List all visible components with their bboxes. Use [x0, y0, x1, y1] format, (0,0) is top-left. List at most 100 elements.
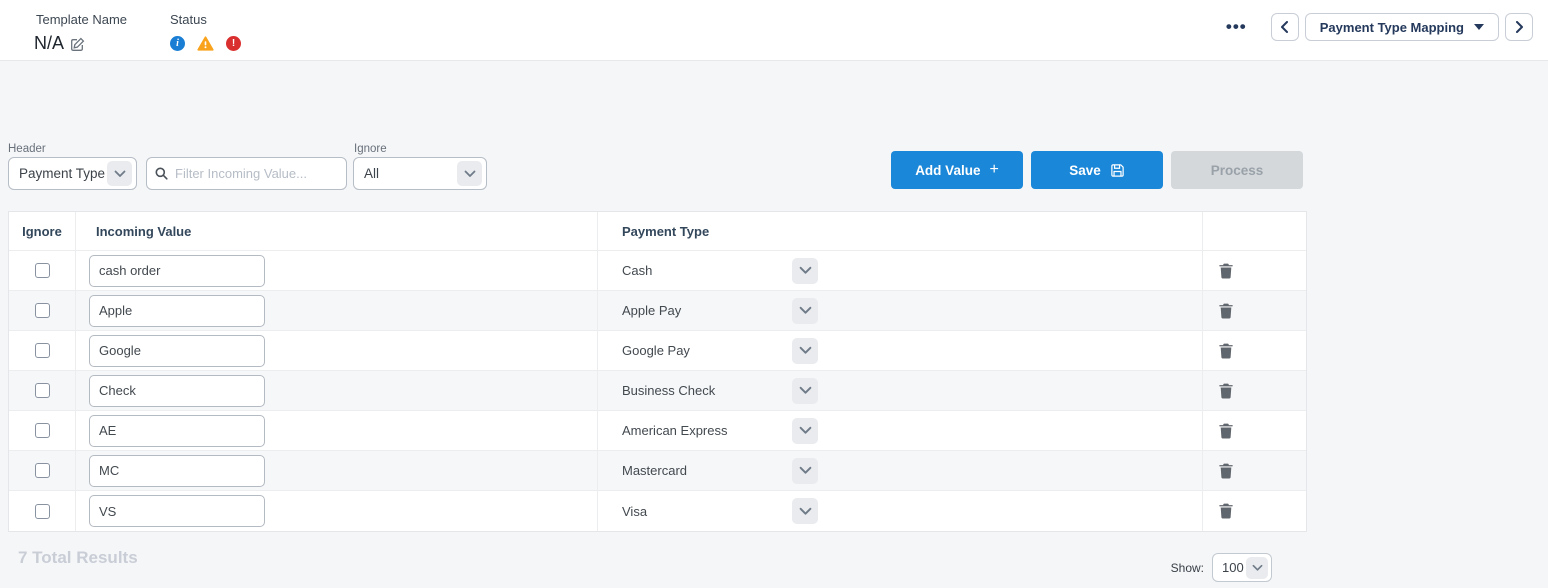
more-options-icon[interactable]: •••	[1226, 13, 1247, 41]
header-filter-label: Header	[8, 143, 46, 155]
chevron-down-icon	[1246, 557, 1268, 579]
ignore-checkbox[interactable]	[35, 383, 50, 398]
payment-type-select[interactable]	[792, 498, 818, 524]
ignore-checkbox[interactable]	[35, 423, 50, 438]
payment-type-select[interactable]	[792, 458, 818, 484]
topbar: Template Name N/A Status i !	[0, 0, 1548, 61]
delete-row-button[interactable]	[1217, 301, 1235, 321]
table-row: Google Pay	[9, 331, 1306, 371]
table-row: Mastercard	[9, 451, 1306, 491]
chevron-left-icon	[1280, 21, 1289, 33]
table-header-row: Ignore Incoming Value Payment Type	[9, 212, 1306, 251]
ignore-checkbox[interactable]	[35, 303, 50, 318]
incoming-value-search	[146, 157, 347, 190]
delete-row-button[interactable]	[1217, 341, 1235, 361]
chevron-down-icon	[799, 466, 812, 475]
chevron-down-icon	[107, 161, 132, 186]
warning-icon[interactable]	[197, 36, 214, 51]
info-icon[interactable]: i	[170, 36, 185, 51]
chevron-down-icon	[799, 386, 812, 395]
payment-type-select[interactable]	[792, 338, 818, 364]
table-row: Visa	[9, 491, 1306, 531]
trash-icon	[1219, 503, 1233, 519]
status-label: Status	[170, 12, 241, 27]
table-body: Cash Apple Pay	[9, 251, 1306, 531]
chevron-down-icon	[457, 161, 482, 186]
search-input[interactable]	[175, 166, 338, 181]
chevron-down-icon	[799, 306, 812, 315]
header-filter-value: Payment Type	[19, 166, 105, 181]
trash-icon	[1219, 423, 1233, 439]
payment-type-value: Mastercard	[622, 463, 687, 478]
save-label: Save	[1069, 163, 1101, 178]
process-label: Process	[1211, 163, 1264, 178]
add-value-button[interactable]: Add Value +	[891, 151, 1023, 189]
table-row: Business Check	[9, 371, 1306, 411]
header-filter-select[interactable]: Payment Type	[8, 157, 137, 190]
edit-icon[interactable]	[70, 37, 85, 52]
incoming-value-input[interactable]	[89, 255, 265, 287]
delete-row-button[interactable]	[1217, 261, 1235, 281]
incoming-value-input[interactable]	[89, 375, 265, 407]
template-name-group: Template Name N/A	[36, 12, 127, 54]
payment-type-select[interactable]	[792, 298, 818, 324]
caret-down-icon	[1474, 24, 1484, 30]
ignore-checkbox[interactable]	[35, 263, 50, 278]
payment-type-select[interactable]	[792, 418, 818, 444]
template-name-label: Template Name	[36, 12, 127, 27]
process-button[interactable]: Process	[1171, 151, 1303, 189]
ignore-checkbox[interactable]	[35, 343, 50, 358]
trash-icon	[1219, 383, 1233, 399]
chevron-down-icon	[799, 266, 812, 275]
trash-icon	[1219, 263, 1233, 279]
trash-icon	[1219, 343, 1233, 359]
column-header-incoming-value: Incoming Value	[76, 212, 598, 250]
page-size-select[interactable]: 100	[1212, 553, 1272, 582]
previous-mapping-button[interactable]	[1271, 13, 1299, 41]
incoming-value-input[interactable]	[89, 495, 265, 527]
mapping-selector-button[interactable]: Payment Type Mapping	[1305, 13, 1499, 41]
incoming-value-input[interactable]	[89, 335, 265, 367]
payment-type-value: Apple Pay	[622, 303, 681, 318]
ignore-filter-label: Ignore	[354, 143, 387, 155]
column-header-ignore: Ignore	[9, 212, 76, 250]
payment-type-value: Visa	[622, 504, 647, 519]
ignore-filter-select[interactable]: All	[353, 157, 487, 190]
ignore-filter-value: All	[364, 166, 379, 181]
error-icon[interactable]: !	[226, 36, 241, 51]
add-value-label: Add Value	[915, 163, 980, 178]
payment-type-value: American Express	[622, 423, 727, 438]
chevron-down-icon	[799, 426, 812, 435]
table-row: American Express	[9, 411, 1306, 451]
incoming-value-input[interactable]	[89, 295, 265, 327]
delete-row-button[interactable]	[1217, 381, 1235, 401]
mapping-nav: ••• Payment Type Mapping	[1226, 13, 1533, 41]
delete-row-button[interactable]	[1217, 461, 1235, 481]
trash-icon	[1219, 463, 1233, 479]
chevron-right-icon	[1515, 21, 1524, 33]
ignore-checkbox[interactable]	[35, 504, 50, 519]
incoming-value-input[interactable]	[89, 455, 265, 487]
save-button[interactable]: Save	[1031, 151, 1163, 189]
mapping-table: Ignore Incoming Value Payment Type Cash	[8, 211, 1307, 532]
payment-type-select[interactable]	[792, 378, 818, 404]
total-results-text: 7 Total Results	[18, 548, 138, 568]
delete-row-button[interactable]	[1217, 501, 1235, 521]
template-name-value: N/A	[34, 33, 64, 54]
payment-type-value: Google Pay	[622, 343, 690, 358]
mapping-selector-label: Payment Type Mapping	[1320, 20, 1464, 35]
delete-row-button[interactable]	[1217, 421, 1235, 441]
table-row: Apple Pay	[9, 291, 1306, 331]
ignore-checkbox[interactable]	[35, 463, 50, 478]
chevron-down-icon	[799, 346, 812, 355]
page-size-control: Show: 100	[1171, 553, 1272, 582]
payment-type-value: Cash	[622, 263, 652, 278]
save-icon	[1110, 163, 1125, 178]
payment-type-select[interactable]	[792, 258, 818, 284]
table-row: Cash	[9, 251, 1306, 291]
plus-icon: +	[989, 162, 998, 178]
next-mapping-button[interactable]	[1505, 13, 1533, 41]
page-size-value: 100	[1222, 560, 1244, 575]
trash-icon	[1219, 303, 1233, 319]
incoming-value-input[interactable]	[89, 415, 265, 447]
